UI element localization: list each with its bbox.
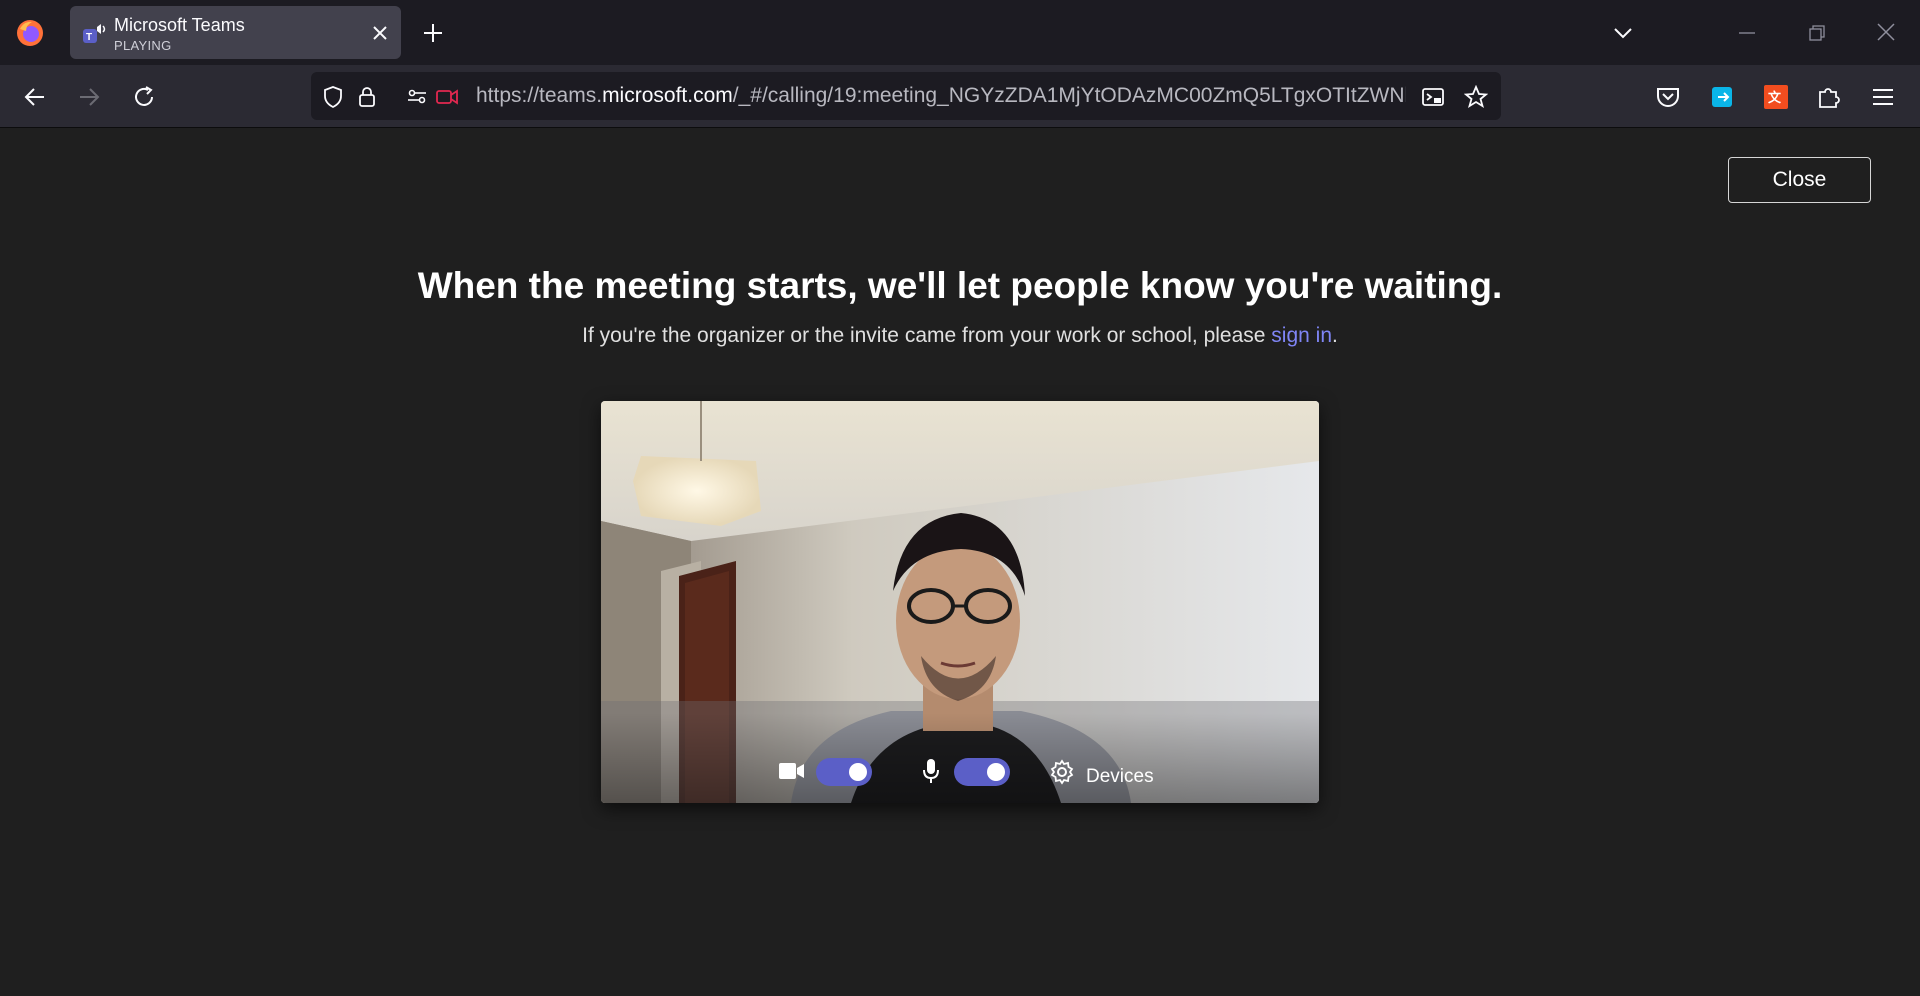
translate-extension-icon[interactable] (1710, 84, 1736, 110)
tab-playing-status: PLAYING (114, 38, 172, 53)
firefox-logo-icon[interactable] (16, 19, 44, 47)
toggle-knob (849, 763, 867, 781)
new-tab-icon[interactable] (422, 22, 444, 44)
camera-icon (779, 763, 804, 779)
bookmark-star-icon[interactable] (1464, 85, 1488, 109)
tab-microsoft-teams[interactable]: T Microsoft Teams PLAYING (70, 6, 401, 59)
teams-speaker-icon: T (83, 24, 106, 43)
close-button[interactable]: Close (1728, 157, 1871, 203)
language-extension-icon[interactable]: 文 (1763, 84, 1789, 110)
toggle-knob (987, 763, 1005, 781)
address-bar[interactable]: https://teams.microsoft.com/_#/calling/1… (311, 72, 1501, 120)
camera-toggle[interactable] (816, 758, 872, 786)
browser-tab-bar: T Microsoft Teams PLAYING (0, 0, 1920, 65)
tracking-shield-icon[interactable] (321, 85, 345, 109)
sign-in-link[interactable]: sign in (1271, 324, 1332, 347)
pre-join-screen: Close When the meeting starts, we'll let… (0, 128, 1920, 996)
restore-window-icon[interactable] (1808, 24, 1826, 42)
menu-hamburger-icon[interactable] (1870, 84, 1896, 110)
svg-text:T: T (86, 32, 92, 43)
forward-arrow-icon[interactable] (77, 85, 101, 109)
picture-in-picture-icon[interactable] (1421, 85, 1445, 109)
lock-icon[interactable] (355, 85, 379, 109)
close-window-icon[interactable] (1876, 22, 1896, 42)
pocket-icon[interactable] (1655, 84, 1681, 110)
microphone-icon (923, 759, 939, 783)
chevron-down-icon[interactable] (1612, 22, 1634, 44)
devices-button[interactable]: Devices (1086, 766, 1154, 788)
sign-in-prompt: If you're the organizer or the invite ca… (582, 324, 1338, 347)
tab-title: Microsoft Teams (114, 15, 245, 35)
camera-sharing-icon[interactable] (435, 85, 459, 109)
waiting-headline: When the meeting starts, we'll let peopl… (417, 265, 1503, 306)
permissions-icon[interactable] (405, 85, 429, 109)
extensions-puzzle-icon[interactable] (1816, 84, 1842, 110)
reload-icon[interactable] (132, 85, 156, 109)
microphone-toggle[interactable] (954, 758, 1010, 786)
close-tab-icon[interactable] (371, 24, 389, 42)
gear-icon[interactable] (1049, 759, 1075, 785)
preview-controls (601, 713, 1319, 803)
url-text[interactable]: https://teams.microsoft.com/_#/calling/1… (476, 84, 1406, 110)
browser-nav-bar: https://teams.microsoft.com/_#/calling/1… (0, 65, 1920, 128)
svg-text:文: 文 (1768, 90, 1782, 105)
camera-preview: Devices (601, 401, 1319, 803)
back-arrow-icon[interactable] (23, 85, 47, 109)
minimize-window-icon[interactable] (1738, 24, 1756, 42)
